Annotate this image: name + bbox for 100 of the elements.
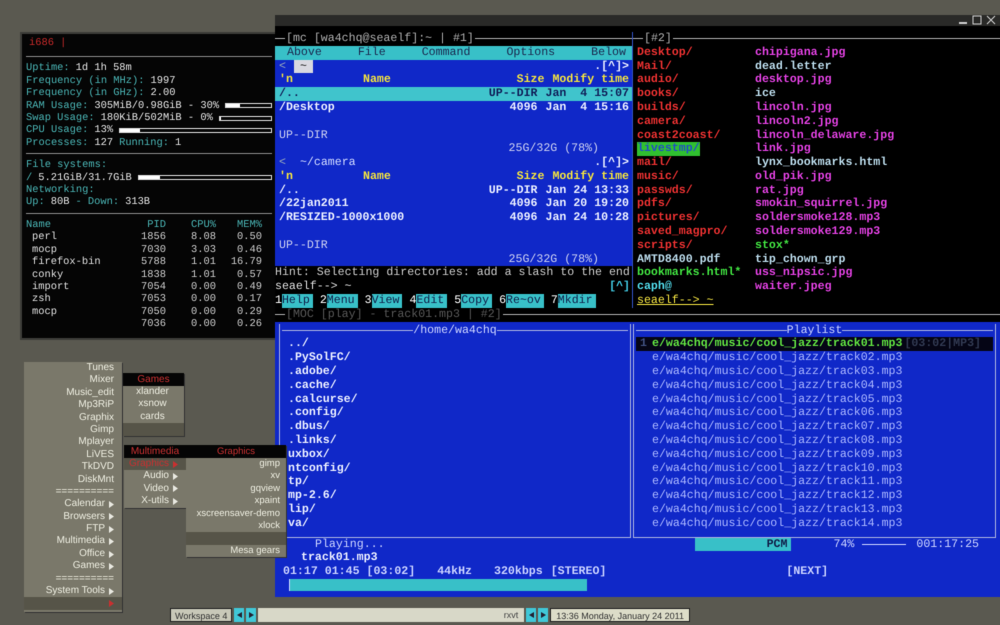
playlist-row[interactable]: e/wa4chq/music/cool_jazz/track02.mp3 [636,351,993,366]
file-row[interactable]: /.. UP--DIR Jan 4 15:07 [275,87,632,101]
stat-label: File systems: [26,159,108,172]
menu-item[interactable]: Office [24,548,122,560]
folder-item[interactable]: .calcurse/ [282,392,358,406]
stat-value: 127 [94,136,114,150]
menu-item[interactable]: ========== [24,572,122,586]
file-name: lincoln_delaware.jpg [755,128,894,142]
column-header: MEM% [236,218,262,232]
next-indicator: [NEXT] [786,565,828,579]
column-header: Size [516,73,544,88]
file-row[interactable]: /RESIZED-1000x1000 4096 Jan 24 10:28 [275,211,632,226]
total-time: 001:17:25 [916,538,979,552]
menu-item[interactable]: xsnow [123,398,184,411]
next-window-button[interactable] [538,608,548,622]
menu-item[interactable]: DiskMnt [24,474,122,486]
column-header: Size [516,170,544,184]
playlist-row[interactable]: e/wa4chq/music/cool_jazz/track07.mp3 [636,420,993,434]
menu-item[interactable]: Calendar [24,498,122,511]
folder-item[interactable]: .cache/ [282,378,337,393]
previous-workspace-button[interactable] [234,608,244,622]
next-workspace-button[interactable] [246,608,256,622]
playlist-row[interactable]: e/wa4chq/music/cool_jazz/track14.mp3 [636,516,993,531]
table-cell: 0.00 [191,280,216,293]
menu-item[interactable]: Below [591,46,626,60]
folder-item[interactable]: .links/ [282,434,337,448]
file-name: lincoln.jpg [755,100,832,115]
volume-reading: 74% [834,538,854,552]
column-header: Name [363,170,392,184]
hint-text: Hint: Selecting directories: add a slash to the end [275,266,631,280]
file-name: soldersmoke129.mp3 [755,225,880,239]
menu-title: Multimedia [124,445,186,458]
menu-item[interactable]: Command [422,46,470,60]
menu-item[interactable]: Mixer [24,374,122,387]
file-row[interactable]: /.. UP--DIR Jan 24 13:33 [275,184,632,198]
playlist-row[interactable]: 1 e/wa4chq/music/cool_jazz/track01.mp3 [03:02|MP3] [636,337,993,352]
menu-item[interactable]: Audio [124,470,186,483]
menu-item[interactable]: cards [123,410,184,424]
usage-bar [225,103,272,108]
menu-item[interactable]: Mp3RiP [24,399,122,412]
folder-item[interactable]: .PySolFC/ [282,351,351,366]
menu-item[interactable]: System Tools [24,585,122,598]
column-header: Name [26,218,52,232]
menu-item[interactable]: TkDVD [24,461,122,474]
left-arrow-icon [236,612,242,618]
file-row[interactable]: /Desktop 4096 Jan 4 15:16 [275,100,632,115]
table-cell: 0.26 [237,318,262,330]
file-row[interactable]: /22jan2011 4096 Jan 20 19:20 [275,197,632,212]
stat-value: 5.21GiB/31.7GiB [38,172,132,184]
playlist-row[interactable]: e/wa4chq/music/cool_jazz/track08.mp3 [636,434,993,448]
file-name: pdfs/ [637,197,672,212]
playlist-row[interactable]: e/wa4chq/music/cool_jazz/track09.mp3 [636,448,993,462]
menu-item[interactable]: Graphix [24,412,122,424]
folder-item[interactable]: .dbus/ [282,420,330,434]
table-cell: 1838 [141,268,166,280]
stat-label: Swap Usage: [26,112,95,124]
playlist-row[interactable]: e/wa4chq/music/cool_jazz/track12.mp3 [636,489,993,504]
menu-item[interactable]: Gimp [24,424,122,436]
menu-item[interactable]: Multimedia [24,535,122,548]
stat-label: Frequency (in GHz): [26,87,144,100]
playlist-row[interactable]: e/wa4chq/music/cool_jazz/track13.mp3 [636,503,993,517]
pane-title: [#2] [644,32,672,46]
bitrate: 320kbps [494,565,543,579]
playlist-row[interactable]: e/wa4chq/music/cool_jazz/track03.mp3 [636,365,993,379]
menu-item[interactable]: Music_edit [24,386,122,400]
playlist-row[interactable]: e/wa4chq/music/cool_jazz/track05.mp3 [636,392,993,406]
close-icon[interactable] [986,15,996,26]
menu-item[interactable]: Games [24,560,122,573]
menu-item[interactable]: Above [287,46,322,60]
table-cell: zsh [32,293,51,306]
maximize-icon[interactable] [972,15,982,26]
stat-label: Running: [119,136,169,150]
menu-item[interactable]: Browsers [24,510,122,524]
menu-item[interactable]: LiVES [24,448,122,462]
menu-item[interactable]: xlander [123,386,184,398]
folder-item[interactable]: .adobe/ [282,365,337,379]
menu-item[interactable]: Options [506,46,556,60]
menu-item[interactable]: X-utils [124,495,186,508]
playlist-row[interactable]: e/wa4chq/music/cool_jazz/track06.mp3 [636,406,993,420]
menu-item[interactable]: File [358,46,386,60]
menu-item[interactable]: Mesa gears [186,544,286,558]
table-cell: 0.57 [237,268,262,280]
menu-item[interactable]: FTP [24,523,122,536]
folder-item[interactable]: .config/ [282,406,344,420]
playlist-row[interactable]: e/wa4chq/music/cool_jazz/track04.mp3 [636,378,993,393]
table-cell: conky [32,268,64,280]
menu-item[interactable]: Tunes [24,362,122,374]
folder-item[interactable]: ../ [282,337,309,352]
file-name: chipigana.jpg [755,46,846,60]
workspace-label[interactable]: Workspace 4 [170,608,232,622]
playlist-row[interactable]: e/wa4chq/music/cool_jazz/track10.mp3 [636,462,993,476]
menu-item[interactable]: Mplayer [24,436,122,449]
file-name: uss_nipsic.jpg [755,266,852,280]
disk-usage: 25G/32G (78%) [508,142,599,156]
menu-item[interactable]: ========== [24,486,122,498]
playlist-row[interactable]: e/wa4chq/music/cool_jazz/track11.mp3 [636,475,993,490]
previous-window-button[interactable] [526,608,536,622]
left-arrow-icon [528,612,534,618]
taskbar-window-button[interactable]: rxvt [258,608,524,622]
menu-item[interactable]: Video [124,482,186,496]
